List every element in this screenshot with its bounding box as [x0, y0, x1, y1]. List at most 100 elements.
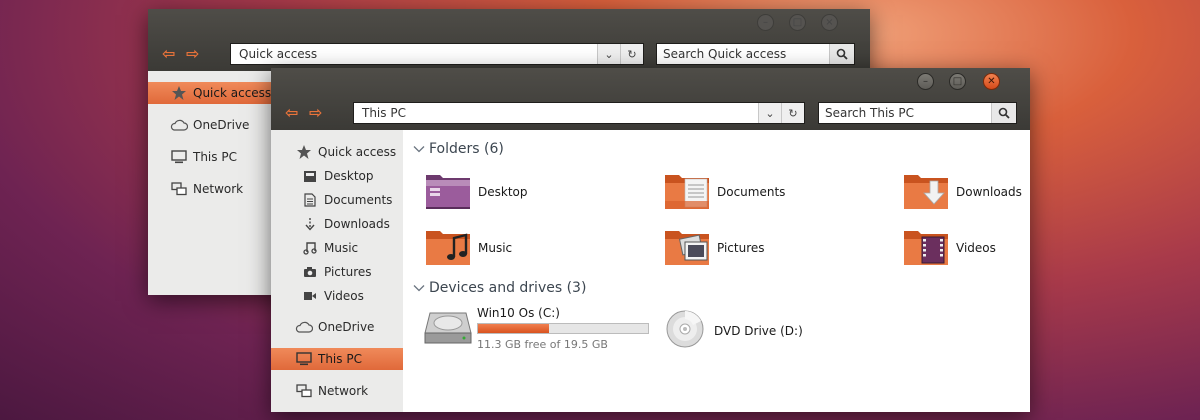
folder-documents[interactable]: Documents: [663, 172, 785, 212]
folder-label: Music: [478, 241, 513, 255]
network-icon: [295, 383, 313, 399]
sidebar-item-label: Pictures: [324, 265, 372, 279]
videos-folder-icon: [902, 227, 950, 270]
sidebar-item-network[interactable]: Network: [271, 380, 403, 402]
sidebar-item-label: This PC: [193, 150, 237, 164]
document-icon: [301, 192, 319, 208]
back-sidebar: Quick access OneDrive This PC Network: [148, 71, 272, 295]
sidebar-item-videos[interactable]: Videos: [271, 285, 403, 307]
network-icon: [170, 181, 188, 197]
sidebar-item-documents[interactable]: Documents: [271, 189, 403, 211]
drive-c-free-text: 11.3 GB free of 19.5 GB: [477, 338, 608, 351]
dvd-icon: [665, 309, 705, 352]
sidebar-item-label: Quick access: [193, 86, 272, 100]
sidebar-item-label: Downloads: [324, 217, 390, 231]
folder-label: Documents: [717, 185, 786, 199]
folder-music[interactable]: Music: [424, 228, 512, 268]
refresh-icon[interactable]: ↻: [620, 44, 643, 64]
sidebar-item-label: Quick access: [318, 145, 397, 159]
sidebar-item-desktop[interactable]: Desktop: [271, 165, 403, 187]
drive-c-details: Win10 Os (C:) 11.3 GB free of 19.5 GB: [477, 306, 649, 351]
drive-d-label: DVD Drive (D:): [714, 323, 803, 338]
address-text: This PC: [362, 106, 406, 120]
drive-c-usage-bar: [477, 323, 649, 334]
music-folder-icon: [424, 227, 472, 270]
pictures-folder-icon: [663, 227, 711, 270]
minimize-button[interactable]: –: [917, 73, 934, 90]
close-button[interactable]: ✕: [983, 73, 1000, 90]
back-nav-forward-button[interactable]: ⇨: [186, 46, 199, 62]
cloud-icon: [170, 117, 188, 133]
sidebar-item-label: Music: [324, 241, 359, 255]
sidebar-item-label: Desktop: [324, 169, 374, 183]
drive-c[interactable]: Win10 Os (C:) 11.3 GB free of 19.5 GB: [424, 306, 649, 351]
drive-c-usage-fill: [478, 324, 550, 333]
folder-pictures[interactable]: Pictures: [663, 228, 765, 268]
downloads-folder-icon: [902, 171, 950, 214]
back-address-bar[interactable]: Quick access ⌄ ↻: [230, 43, 644, 65]
nav-forward-button[interactable]: ⇨: [309, 105, 322, 121]
drive-d[interactable]: DVD Drive (D:): [665, 309, 803, 352]
camera-icon: [301, 264, 319, 280]
folders-group-header[interactable]: Folders (6): [413, 141, 504, 157]
folder-desktop[interactable]: Desktop: [424, 172, 528, 212]
search-icon[interactable]: [829, 44, 854, 64]
sidebar-item-label: Network: [318, 384, 369, 398]
sidebar-item-label: Videos: [324, 289, 364, 303]
navigation-pane: Quick access Desktop Documents Downloads…: [271, 130, 403, 412]
chevron-down-icon[interactable]: ⌄: [597, 44, 620, 64]
chevron-down-icon: [413, 141, 427, 157]
star-icon: [295, 144, 313, 160]
folders-group-title: Folders (6): [429, 141, 504, 157]
refresh-icon[interactable]: ↻: [781, 103, 804, 123]
sidebar-item-this-pc[interactable]: This PC: [271, 348, 403, 370]
folder-label: Desktop: [478, 185, 528, 199]
back-search-box[interactable]: Search Quick access: [656, 43, 855, 65]
folder-label: Pictures: [717, 241, 765, 255]
chevron-down-icon[interactable]: ⌄: [758, 103, 781, 123]
nav-back-button[interactable]: ⇦: [285, 105, 298, 121]
sidebar-item-label: OneDrive: [318, 320, 375, 334]
computer-icon: [295, 351, 313, 367]
sidebar-item-label: Network: [193, 182, 244, 196]
search-box[interactable]: Search This PC: [818, 102, 1017, 124]
folder-label: Downloads: [956, 185, 1022, 199]
sidebar-item-label: OneDrive: [193, 118, 250, 132]
chevron-down-icon: [413, 280, 427, 296]
back-maximize-button[interactable]: □: [789, 14, 806, 31]
back-minimize-button[interactable]: –: [757, 14, 774, 31]
back-nav-back-button[interactable]: ⇦: [162, 46, 175, 62]
folder-videos[interactable]: Videos: [902, 228, 996, 268]
documents-folder-icon: [663, 171, 711, 214]
address-bar[interactable]: This PC ⌄ ↻: [353, 102, 805, 124]
back-sidebar-item-quick-access[interactable]: Quick access: [148, 82, 272, 104]
front-explorer-window: – □ ✕ ⇦ ⇨ This PC ⌄ ↻ Search This PC Qui…: [271, 68, 1030, 412]
music-icon: [301, 240, 319, 256]
sidebar-item-downloads[interactable]: Downloads: [271, 213, 403, 235]
video-icon: [301, 288, 319, 304]
cloud-icon: [295, 319, 313, 335]
sidebar-item-onedrive[interactable]: OneDrive: [271, 316, 403, 338]
download-icon: [301, 216, 319, 232]
computer-icon: [170, 149, 188, 165]
content-pane: Folders (6) Desktop Documents Downloads: [403, 130, 1030, 412]
back-sidebar-item-this-pc[interactable]: This PC: [148, 146, 272, 168]
back-sidebar-item-onedrive[interactable]: OneDrive: [148, 114, 272, 136]
back-address-text: Quick access: [239, 47, 318, 61]
search-placeholder: Search This PC: [825, 106, 914, 120]
back-close-button[interactable]: ×: [821, 14, 838, 31]
desktop-folder-icon: [301, 168, 319, 184]
sidebar-item-label: Documents: [324, 193, 393, 207]
drive-c-label: Win10 Os (C:): [477, 306, 560, 320]
star-icon: [170, 85, 188, 101]
folder-downloads[interactable]: Downloads: [902, 172, 1022, 212]
desktop-folder-icon: [424, 171, 472, 214]
sidebar-item-quick-access[interactable]: Quick access: [271, 141, 403, 163]
back-sidebar-item-network[interactable]: Network: [148, 178, 272, 200]
devices-group-title: Devices and drives (3): [429, 280, 587, 296]
sidebar-item-music[interactable]: Music: [271, 237, 403, 259]
sidebar-item-pictures[interactable]: Pictures: [271, 261, 403, 283]
search-icon[interactable]: [991, 103, 1016, 123]
devices-group-header[interactable]: Devices and drives (3): [413, 280, 586, 296]
maximize-button[interactable]: □: [949, 73, 966, 90]
